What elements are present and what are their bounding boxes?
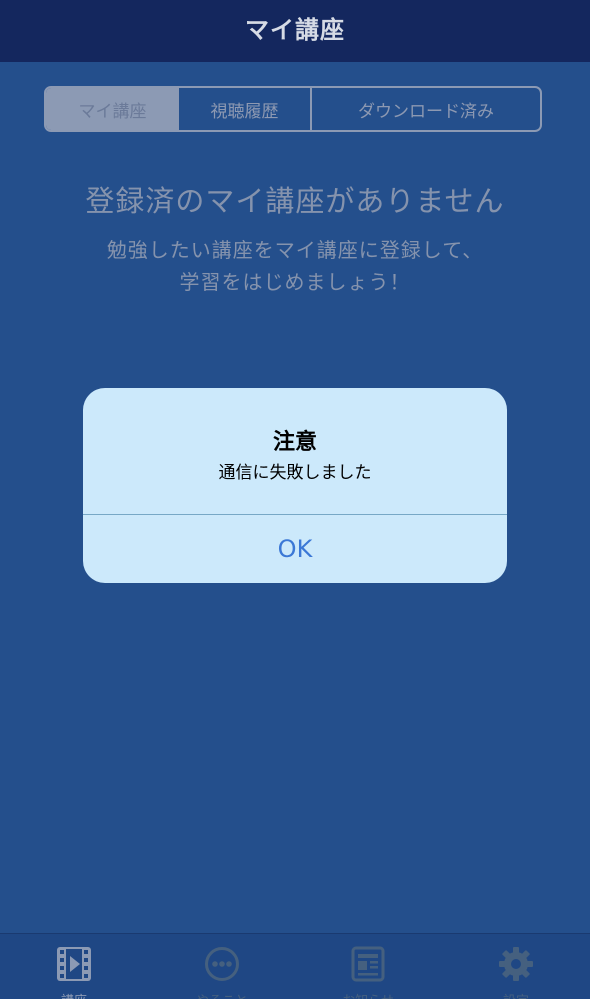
app-screen: マイ講座 マイ講座 視聴履歴 ダウンロード済み 登録済のマイ講座がありません 勉… [0,0,590,999]
alert-dialog: 注意 通信に失敗しました OK [83,388,507,583]
ok-button[interactable]: OK [83,515,507,583]
alert-message: 通信に失敗しました [218,463,372,483]
alert-overlay: 注意 通信に失敗しました OK [0,0,590,999]
alert-title: 注意 [272,430,317,455]
